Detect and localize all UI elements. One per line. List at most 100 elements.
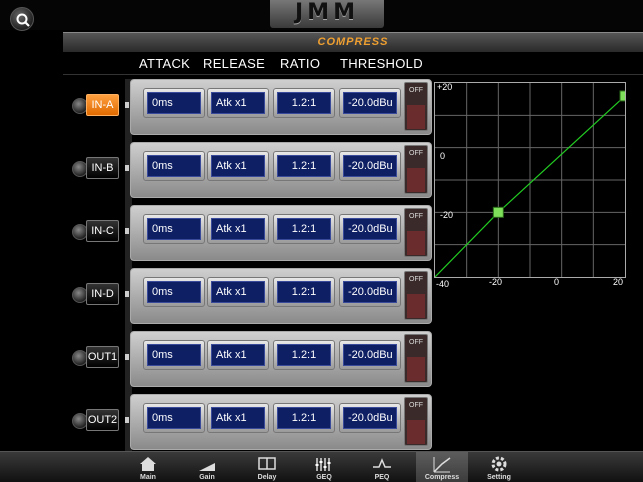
threshold-field[interactable]: -20.0dBu: [339, 214, 401, 244]
tab-label: GEQ: [316, 474, 332, 481]
tab-compress[interactable]: Compress: [416, 452, 468, 482]
search-button[interactable]: [10, 7, 34, 31]
attack-field[interactable]: 0ms: [143, 151, 205, 181]
threshold-handle[interactable]: [492, 206, 504, 218]
bypass-label: OFF: [409, 213, 423, 220]
geq-icon: [315, 458, 331, 471]
x-tick-label: -20: [489, 277, 503, 287]
release-field[interactable]: Atk x1: [207, 340, 269, 370]
top-bar: JMM: [0, 0, 643, 31]
threshold-field[interactable]: -20.0dBu: [339, 340, 401, 370]
bypass-toggle[interactable]: OFF: [404, 334, 428, 383]
attack-value: 0ms: [147, 281, 201, 303]
release-field[interactable]: Atk x1: [207, 88, 269, 118]
threshold-value: -20.0dBu: [343, 155, 397, 177]
threshold-value: -20.0dBu: [343, 344, 397, 366]
threshold-field[interactable]: -20.0dBu: [339, 151, 401, 181]
gain-icon: [199, 463, 215, 471]
release-field[interactable]: Atk x1: [207, 151, 269, 181]
bypass-lamp: [407, 231, 425, 255]
link-indicator: [125, 102, 129, 108]
channel-select-button[interactable]: IN-C: [86, 220, 119, 242]
tab-main[interactable]: Main: [122, 452, 174, 482]
attack-field[interactable]: 0ms: [143, 88, 205, 118]
search-icon: [16, 13, 30, 27]
bypass-label: OFF: [409, 276, 423, 283]
ratio-value: 1.2:1: [277, 281, 331, 303]
y-tick-label: -40: [436, 279, 450, 289]
tab-geq[interactable]: GEQ: [298, 452, 350, 482]
ratio-field[interactable]: 1.2:1: [273, 88, 335, 118]
release-field[interactable]: Atk x1: [207, 214, 269, 244]
bypass-lamp: [407, 357, 425, 381]
channel-select-button[interactable]: IN-D: [86, 283, 119, 305]
channel-row: OUT2 2 0ms Atk x1 1.2:1 -20.0dBu OFF: [66, 394, 436, 450]
peq-icon: [373, 458, 391, 468]
channel-row: OUT1 1 0ms Atk x1 1.2:1 -20.0dBu OFF: [66, 331, 436, 387]
channel-row: IN-D D 0ms Atk x1 1.2:1 -20.0dBu OFF: [66, 268, 436, 324]
bypass-label: OFF: [409, 339, 423, 346]
tab-delay[interactable]: Delay: [241, 452, 293, 482]
tab-label: Compress: [424, 474, 460, 481]
compressor-panel: 0ms Atk x1 1.2:1 -20.0dBu OFF: [130, 142, 432, 198]
ratio-field[interactable]: 1.2:1: [273, 340, 335, 370]
compressor-curve-graph[interactable]: [434, 82, 631, 278]
bypass-lamp: [407, 420, 425, 444]
ratio-field[interactable]: 1.2:1: [273, 403, 335, 433]
compressor-panel: 0ms Atk x1 1.2:1 -20.0dBu OFF: [130, 79, 432, 135]
channel-select-button[interactable]: IN-B: [86, 157, 119, 179]
title-strip: COMPRESS: [63, 32, 643, 52]
channel-select-button[interactable]: OUT1: [86, 346, 119, 368]
tab-peq[interactable]: PEQ: [356, 452, 408, 482]
threshold-value: -20.0dBu: [343, 218, 397, 240]
column-header-ratio: RATIO: [280, 56, 321, 71]
channel-select-button[interactable]: IN-A: [86, 94, 119, 116]
channel-row: IN-C C 0ms Atk x1 1.2:1 -20.0dBu OFF: [66, 205, 436, 261]
column-header-attack: ATTACK: [139, 56, 191, 71]
channel-row: IN-A A 0ms Atk x1 1.2:1 -20.0dBu OFF: [66, 79, 436, 135]
tab-label: Setting: [487, 474, 511, 481]
bypass-toggle[interactable]: OFF: [404, 208, 428, 257]
channel-select-button[interactable]: OUT2: [86, 409, 119, 431]
bypass-lamp: [407, 294, 425, 318]
compressor-panel: 0ms Atk x1 1.2:1 -20.0dBu OFF: [130, 331, 432, 387]
page-title: COMPRESS: [317, 36, 389, 48]
tab-gain[interactable]: Gain: [181, 452, 233, 482]
link-indicator: [125, 354, 129, 360]
bypass-label: OFF: [409, 150, 423, 157]
attack-field[interactable]: 0ms: [143, 277, 205, 307]
attack-field[interactable]: 0ms: [143, 403, 205, 433]
x-tick-label: 0: [554, 277, 560, 287]
compressor-panel: 0ms Atk x1 1.2:1 -20.0dBu OFF: [130, 394, 432, 450]
ratio-value: 1.2:1: [277, 344, 331, 366]
attack-field[interactable]: 0ms: [143, 214, 205, 244]
bypass-toggle[interactable]: OFF: [404, 145, 428, 194]
transfer-curve-svg[interactable]: [434, 83, 631, 278]
tab-setting[interactable]: Setting: [473, 452, 525, 482]
release-field[interactable]: Atk x1: [207, 277, 269, 307]
y-tick-label: -20: [440, 210, 454, 220]
x-tick-label: 20: [613, 277, 624, 287]
release-field[interactable]: Atk x1: [207, 403, 269, 433]
bypass-lamp: [407, 168, 425, 192]
ratio-handle[interactable]: [619, 90, 631, 102]
attack-value: 0ms: [147, 92, 201, 114]
threshold-field[interactable]: -20.0dBu: [339, 277, 401, 307]
threshold-value: -20.0dBu: [343, 407, 397, 429]
ratio-value: 1.2:1: [277, 218, 331, 240]
ratio-field[interactable]: 1.2:1: [273, 151, 335, 181]
attack-value: 0ms: [147, 407, 201, 429]
threshold-field[interactable]: -20.0dBu: [339, 88, 401, 118]
attack-field[interactable]: 0ms: [143, 340, 205, 370]
attack-value: 0ms: [147, 155, 201, 177]
release-value: Atk x1: [211, 218, 265, 240]
ratio-field[interactable]: 1.2:1: [273, 214, 335, 244]
threshold-field[interactable]: -20.0dBu: [339, 403, 401, 433]
column-header-threshold: THRESHOLD: [340, 56, 423, 71]
bypass-toggle[interactable]: OFF: [404, 82, 428, 131]
bypass-toggle[interactable]: OFF: [404, 397, 428, 446]
ratio-field[interactable]: 1.2:1: [273, 277, 335, 307]
bypass-toggle[interactable]: OFF: [404, 271, 428, 320]
release-value: Atk x1: [211, 281, 265, 303]
tab-label: Main: [140, 474, 156, 481]
